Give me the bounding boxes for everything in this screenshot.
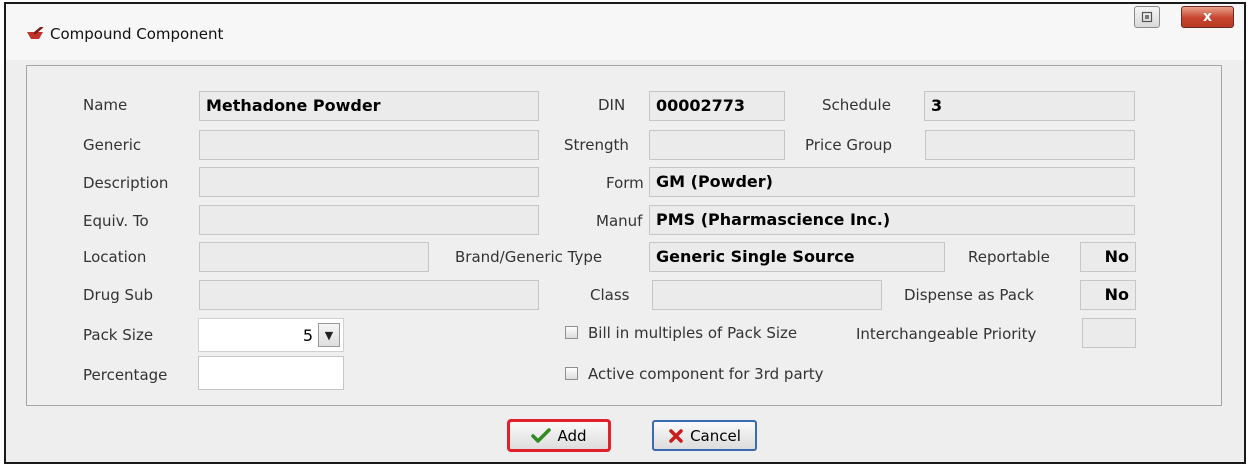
manuf-field[interactable]: PMS (Pharmascience Inc.) bbox=[649, 205, 1135, 235]
generic-label: Generic bbox=[83, 136, 142, 154]
title-bar: Compound Component x bbox=[6, 4, 1244, 60]
location-label: Location bbox=[83, 248, 147, 266]
strength-field[interactable] bbox=[649, 130, 785, 160]
bill-multiples-checkbox[interactable] bbox=[565, 326, 578, 339]
red-x-icon bbox=[669, 428, 683, 443]
din-label: DIN bbox=[598, 96, 626, 114]
window-title: Compound Component bbox=[50, 25, 224, 43]
drug-sub-field[interactable] bbox=[199, 280, 539, 310]
interchangeable-priority-label: Interchangeable Priority bbox=[856, 325, 1037, 343]
brand-generic-type-field[interactable]: Generic Single Source bbox=[649, 242, 945, 272]
form-field[interactable]: GM (Powder) bbox=[649, 167, 1135, 197]
pack-size-value: 5 bbox=[302, 326, 313, 345]
chevron-down-icon[interactable]: ▼ bbox=[318, 323, 340, 347]
reportable-field[interactable]: No bbox=[1080, 242, 1136, 272]
cancel-button-label: Cancel bbox=[690, 426, 741, 445]
add-button-label: Add bbox=[557, 426, 587, 445]
price-group-label: Price Group bbox=[805, 136, 893, 154]
class-label: Class bbox=[590, 286, 630, 304]
equiv-to-label: Equiv. To bbox=[83, 212, 149, 230]
mortar-pestle-icon bbox=[27, 27, 44, 39]
close-button[interactable]: x bbox=[1181, 6, 1234, 28]
percentage-label: Percentage bbox=[83, 366, 168, 384]
manuf-label: Manuf bbox=[596, 212, 643, 230]
strength-label: Strength bbox=[564, 136, 629, 154]
active-component-label[interactable]: Active component for 3rd party bbox=[588, 365, 824, 383]
brand-generic-type-label: Brand/Generic Type bbox=[455, 248, 603, 266]
close-icon: x bbox=[1202, 9, 1213, 25]
generic-field[interactable] bbox=[199, 130, 539, 160]
location-field[interactable] bbox=[199, 242, 429, 272]
name-field[interactable]: Methadone Powder bbox=[199, 91, 539, 121]
cancel-button[interactable]: Cancel bbox=[652, 420, 757, 451]
add-button[interactable]: Add bbox=[507, 419, 611, 452]
pack-size-dropdown[interactable]: 5 ▼ bbox=[198, 318, 344, 352]
restore-icon bbox=[1141, 11, 1153, 23]
class-field[interactable] bbox=[652, 280, 882, 310]
schedule-label: Schedule bbox=[822, 96, 891, 114]
form-label: Form bbox=[606, 174, 644, 192]
active-component-checkbox[interactable] bbox=[565, 367, 578, 380]
drug-sub-label: Drug Sub bbox=[83, 286, 154, 304]
dispense-as-pack-label: Dispense as Pack bbox=[904, 286, 1034, 304]
pack-size-label: Pack Size bbox=[83, 326, 154, 344]
restore-button[interactable] bbox=[1134, 6, 1160, 28]
reportable-label: Reportable bbox=[968, 248, 1050, 266]
description-label: Description bbox=[83, 174, 169, 192]
equiv-to-field[interactable] bbox=[199, 205, 539, 235]
checkmark-icon bbox=[531, 427, 552, 443]
schedule-field[interactable]: 3 bbox=[924, 91, 1135, 121]
interchangeable-priority-field[interactable] bbox=[1082, 318, 1136, 348]
din-field[interactable]: 00002773 bbox=[649, 91, 785, 121]
description-field[interactable] bbox=[199, 167, 539, 197]
name-label: Name bbox=[83, 96, 128, 114]
percentage-field[interactable] bbox=[198, 356, 344, 390]
price-group-field[interactable] bbox=[925, 130, 1135, 160]
bill-multiples-label[interactable]: Bill in multiples of Pack Size bbox=[588, 324, 797, 342]
dispense-as-pack-field[interactable]: No bbox=[1080, 280, 1136, 310]
